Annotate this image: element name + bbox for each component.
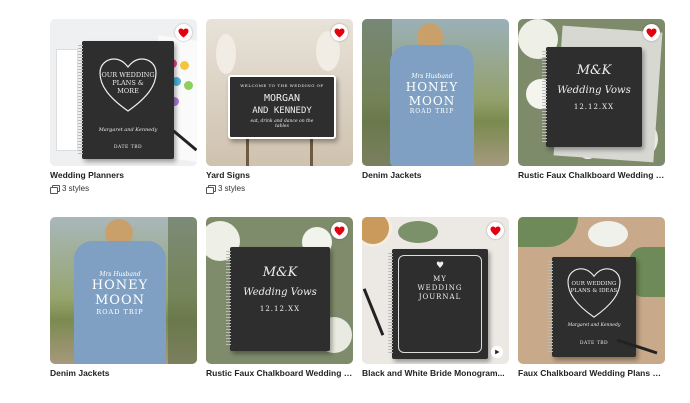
favorite-button[interactable] — [331, 24, 348, 41]
product-card[interactable]: Mrs Husband HONEY MOON ROAD TRIP Denim J… — [50, 217, 197, 378]
product-image[interactable]: WELCOME TO THE WEDDING OF MORGAN AND KEN… — [206, 19, 353, 166]
vows-title: Wedding Vows — [557, 85, 631, 96]
product-image[interactable]: M&K Wedding Vows 12.12.XX — [518, 19, 665, 166]
styles-icon — [50, 184, 60, 194]
jacket-line: MOON — [408, 94, 456, 108]
vows-monogram: M&K — [262, 265, 298, 280]
heart-icon — [646, 27, 657, 38]
product-image[interactable]: Mrs Husband HONEY MOON ROAD TRIP — [362, 19, 509, 166]
product-image[interactable]: OUR WEDDING PLANS & MORE Margaret and Ke… — [50, 19, 197, 166]
product-card[interactable]: ♥ MY WEDDING JOURNAL Black and White Bri… — [362, 217, 509, 378]
sign-welcome: WELCOME TO THE WEDDING OF — [240, 83, 324, 88]
jacket-line: HONEY — [91, 278, 149, 293]
jacket-line: ROAD TRIP — [96, 308, 144, 316]
product-title[interactable]: Faux Chalkboard Wedding Plans and... — [518, 368, 665, 378]
product-card[interactable]: Mrs Husband HONEY MOON ROAD TRIP Denim J… — [362, 19, 509, 180]
planner-line: OUR WEDDING — [101, 71, 155, 79]
product-card[interactable]: WELCOME TO THE WEDDING OF MORGAN AND KEN… — [206, 19, 353, 194]
favorite-button[interactable] — [331, 222, 348, 239]
vows-monogram: M&K — [576, 63, 612, 78]
ideas-line: PLANS & IDEAS — [570, 288, 618, 294]
product-card[interactable]: OUR WEDDING PLANS & IDEAS Margaret and K… — [518, 217, 665, 378]
heart-icon — [334, 27, 345, 38]
heart-icon — [334, 225, 345, 236]
planner-line: PLANS & — [112, 79, 144, 87]
planner-names: Margaret and Kennedy — [98, 127, 158, 133]
planner-date: DATE TBD — [113, 145, 143, 150]
journal-line: JOURNAL — [418, 293, 462, 301]
style-count-label: 3 styles — [62, 184, 90, 193]
jacket-line: ROAD TRIP — [409, 108, 455, 115]
style-count-label: 3 styles — [218, 184, 246, 193]
heart-icon — [490, 225, 501, 236]
jacket-line: Mrs Husband — [99, 271, 141, 278]
ideas-names: Margaret and Kennedy — [567, 323, 621, 328]
sign-name1: MORGAN — [263, 93, 301, 104]
jacket-line: MOON — [94, 293, 145, 308]
product-card[interactable]: M&K Wedding Vows 12.12.XX Rustic Faux Ch… — [518, 19, 665, 180]
journal-line: WEDDING — [417, 284, 463, 292]
product-title[interactable]: Denim Jackets — [50, 368, 197, 378]
heart-icon — [178, 27, 189, 38]
vows-title: Wedding Vows — [243, 287, 317, 298]
style-count[interactable]: 3 styles — [206, 184, 353, 194]
vows-date: 12.12.XX — [573, 103, 615, 111]
product-title[interactable]: Wedding Planners — [50, 170, 197, 180]
product-title[interactable]: Rustic Faux Chalkboard Wedding Vows... — [518, 170, 665, 180]
style-count[interactable]: 3 styles — [50, 184, 197, 194]
product-card[interactable]: OUR WEDDING PLANS & MORE Margaret and Ke… — [50, 19, 197, 194]
jacket-line: Mrs Husband — [411, 73, 453, 80]
jacket-line: HONEY — [405, 80, 459, 94]
favorite-button[interactable] — [487, 222, 504, 239]
journal-line: MY — [433, 275, 447, 283]
product-image[interactable]: Mrs Husband HONEY MOON ROAD TRIP — [50, 217, 197, 364]
styles-icon — [206, 184, 216, 194]
product-card[interactable]: M&K Wedding Vows 12.12.XX Rustic Faux Ch… — [206, 217, 353, 378]
sign-tag: eat, drink and dance on the tables — [250, 119, 314, 129]
product-title[interactable]: Rustic Faux Chalkboard Wedding Vows... — [206, 368, 353, 378]
play-video-button[interactable] — [491, 346, 503, 358]
sign-name2: AND KENNEDY — [252, 106, 312, 116]
play-icon — [495, 349, 500, 355]
product-image[interactable]: OUR WEDDING PLANS & IDEAS Margaret and K… — [518, 217, 665, 364]
product-title[interactable]: Yard Signs — [206, 170, 353, 180]
favorite-button[interactable] — [643, 24, 660, 41]
product-title[interactable]: Denim Jackets — [362, 170, 509, 180]
product-image[interactable]: M&K Wedding Vows 12.12.XX — [206, 217, 353, 364]
product-image[interactable]: ♥ MY WEDDING JOURNAL — [362, 217, 509, 364]
favorite-button[interactable] — [175, 24, 192, 41]
ideas-line: OUR WEDDING — [571, 281, 617, 287]
planner-line: MORE — [117, 87, 139, 95]
vows-date: 12.12.XX — [259, 305, 301, 313]
product-title[interactable]: Black and White Bride Monogram... — [362, 368, 509, 378]
